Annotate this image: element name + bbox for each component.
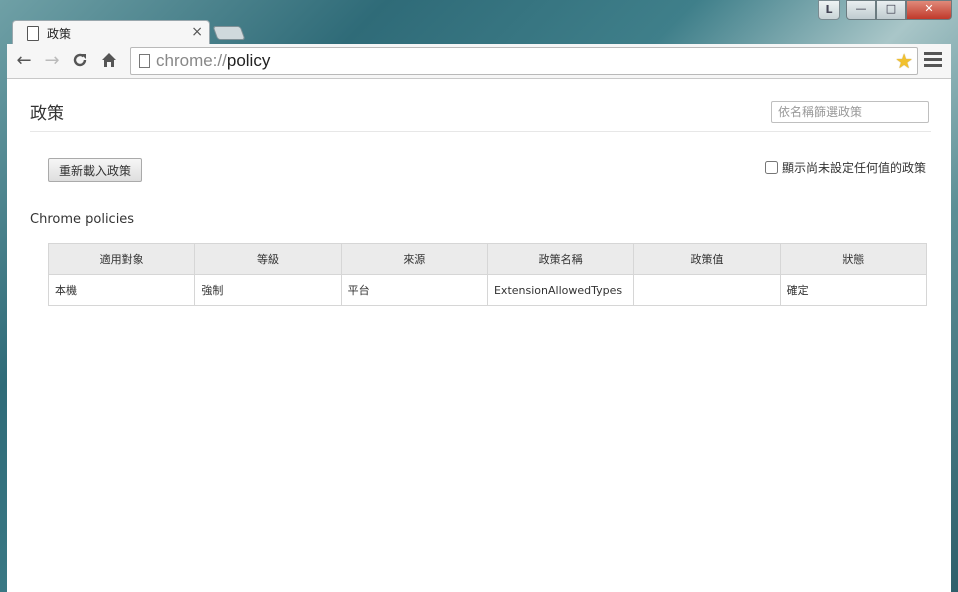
column-header-scope: 適用對象 <box>47 243 196 275</box>
cell-status: 確定 <box>779 274 928 306</box>
column-header-level: 等級 <box>194 243 342 275</box>
url-scheme: chrome:// <box>156 51 227 70</box>
back-button[interactable]: ← <box>14 51 34 71</box>
show-unset-checkbox[interactable] <box>765 161 778 174</box>
new-tab-button[interactable] <box>212 26 246 40</box>
reload-policies-button[interactable]: 重新載入政策 <box>48 158 143 182</box>
maximize-button[interactable]: □ <box>876 0 906 20</box>
tab-close-icon[interactable]: × <box>191 23 203 41</box>
policy-table: 適用對象 等級 來源 政策名稱 政策值 狀態 本機 強制 平台 Extensio… <box>47 243 928 306</box>
header-divider <box>30 131 931 132</box>
cell-scope: 本機 <box>47 274 196 306</box>
house-icon <box>102 53 116 67</box>
url-text: chrome://policy <box>156 51 270 71</box>
column-header-status: 狀態 <box>779 243 928 275</box>
table-header-row: 適用對象 等級 來源 政策名稱 政策值 狀態 <box>47 243 928 275</box>
minimize-button[interactable]: — <box>846 0 876 20</box>
reload-arrow-icon <box>73 53 87 67</box>
bookmark-star-icon[interactable]: ★ <box>895 49 913 73</box>
show-unset-option: 顯示尚未設定任何值的政策 <box>765 159 926 176</box>
url-path: policy <box>226 51 271 70</box>
tab-strip: 政策 × L — □ ✕ <box>0 0 958 47</box>
page-title: 政策 <box>30 104 64 124</box>
policy-filter-input[interactable] <box>771 101 929 123</box>
page-content: 政策 重新載入政策 顯示尚未設定任何值的政策 Chrome policies 適… <box>7 79 951 592</box>
close-window-button[interactable]: ✕ <box>906 0 952 20</box>
chrome-menu-icon[interactable] <box>924 52 942 68</box>
cell-policy-name: ExtensionAllowedTypes <box>486 274 635 306</box>
browser-window: 政策 × L — □ ✕ ← → chrome://policy ★ 政策 依名… <box>0 0 958 592</box>
table-row: 本機 強制 平台 ExtensionAllowedTypes 確定 <box>47 274 928 306</box>
cell-level: 強制 <box>194 274 342 306</box>
cell-source: 平台 <box>340 274 488 306</box>
page-icon <box>27 26 39 41</box>
browser-toolbar: ← → chrome://policy ★ <box>7 44 951 79</box>
window-controls: L — □ ✕ <box>818 0 952 20</box>
cell-policy-value <box>633 274 781 306</box>
tab-policy[interactable]: 政策 × <box>12 20 210 47</box>
column-header-source: 來源 <box>340 243 488 275</box>
forward-button[interactable]: → <box>42 51 62 71</box>
column-header-policy-value: 政策值 <box>633 243 781 275</box>
page-info-icon[interactable] <box>139 54 150 68</box>
show-unset-label[interactable]: 顯示尚未設定任何值的政策 <box>782 159 926 176</box>
column-header-policy-name: 政策名稱 <box>486 243 635 275</box>
home-icon[interactable] <box>99 51 119 71</box>
address-bar[interactable]: chrome://policy ★ <box>130 47 918 75</box>
profile-button[interactable]: L <box>818 0 840 20</box>
section-title: Chrome policies <box>30 212 135 227</box>
reload-icon[interactable] <box>70 51 90 71</box>
tab-title: 政策 <box>47 27 72 41</box>
